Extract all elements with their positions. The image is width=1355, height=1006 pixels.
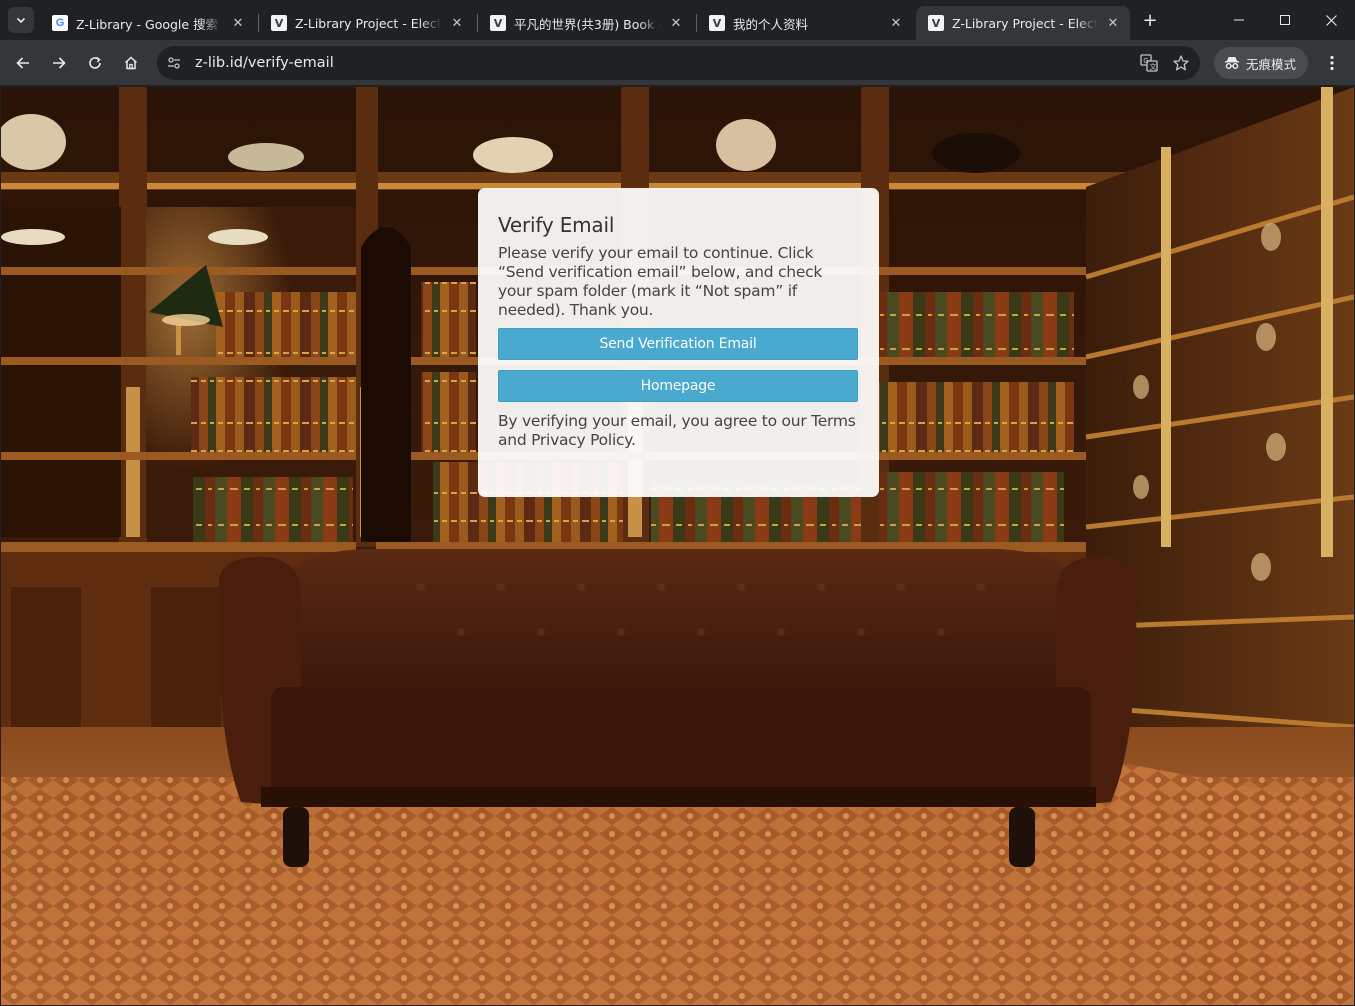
tab-search-button[interactable] [8,7,34,33]
incognito-icon [1224,56,1240,70]
tab-book[interactable]: V 平凡的世界(共3册) Book & ✕ [478,6,693,40]
chevron-down-icon [16,17,26,24]
dialog-title: Verify Email [498,213,615,237]
zlib-v-icon: V [928,15,944,31]
tab-zlib-project[interactable]: V Z-Library Project - Electro ✕ [259,6,474,40]
zlib-v-icon: V [709,15,725,31]
bookmark-button[interactable] [1171,53,1191,73]
translate-button[interactable]: G文 [1139,53,1159,73]
close-window-button[interactable] [1308,0,1354,40]
zlib-v-icon: V [271,15,287,31]
new-tab-button[interactable]: + [1139,9,1161,31]
send-verification-email-button[interactable]: Send Verification Email [498,328,858,360]
maximize-button[interactable] [1262,0,1308,40]
page-viewport: Verify Email Please verify your email to… [1,87,1354,1005]
tab-zlib-project-active[interactable]: V Z-Library Project - Electro ✕ [916,6,1130,40]
close-tab-icon[interactable]: ✕ [229,14,247,32]
site-info-button[interactable] [161,50,187,76]
verify-email-dialog: Verify Email Please verify your email to… [478,188,879,497]
home-button[interactable] [116,48,146,78]
arrow-right-icon [53,57,66,69]
plus-icon: + [1142,9,1158,31]
close-tab-icon[interactable]: ✕ [887,14,905,32]
tab-strip: G Z-Library - Google 搜索 ✕ V Z-Library Pr… [0,0,1355,40]
close-icon [1325,14,1337,26]
address-bar[interactable]: z-lib.id/verify-email G文 [157,46,1200,80]
tab-title: Z-Library - Google 搜索 [76,16,219,32]
browser-menu-button[interactable] [1320,48,1344,78]
back-button[interactable] [8,48,38,78]
homepage-button[interactable]: Homepage [498,370,858,402]
reload-icon [89,56,101,69]
svg-text:G: G [1143,57,1148,65]
terms-agreement-text: By verifying your email, you agree to ou… [498,412,856,449]
svg-text:文: 文 [1150,62,1157,71]
translate-icon: G文 [1140,54,1158,72]
tab-google-search[interactable]: G Z-Library - Google 搜索 ✕ [40,6,255,40]
close-tab-icon[interactable]: ✕ [1104,14,1122,32]
home-icon [124,56,138,70]
tab-title: 平凡的世界(共3册) Book & [514,16,661,32]
tab-title: Z-Library Project - Electro [952,15,1098,31]
minimize-icon [1234,19,1244,21]
url-text[interactable]: z-lib.id/verify-email [195,55,334,71]
close-tab-icon[interactable]: ✕ [667,14,685,32]
more-vert-icon [1330,55,1334,71]
arrow-left-icon [16,57,29,69]
minimize-button[interactable] [1216,0,1262,40]
tab-title: 我的个人资料 [733,16,809,32]
tune-icon [168,57,180,69]
incognito-label: 无痕模式 [1246,56,1297,72]
incognito-badge[interactable]: 无痕模式 [1214,47,1309,79]
dialog-message: Please verify your email to continue. Cl… [498,244,823,319]
zlib-v-icon: V [490,15,506,31]
close-tab-icon[interactable]: ✕ [448,14,466,32]
tab-title: Z-Library Project - Electro [295,15,442,31]
maximize-icon [1280,15,1290,25]
google-icon: G [52,15,68,31]
tab-profile[interactable]: V 我的个人资料 ✕ [697,6,913,40]
star-icon [1173,55,1189,71]
forward-button[interactable] [44,48,74,78]
browser-toolbar: z-lib.id/verify-email G文 无痕模式 [0,40,1355,86]
reload-button[interactable] [80,48,110,78]
